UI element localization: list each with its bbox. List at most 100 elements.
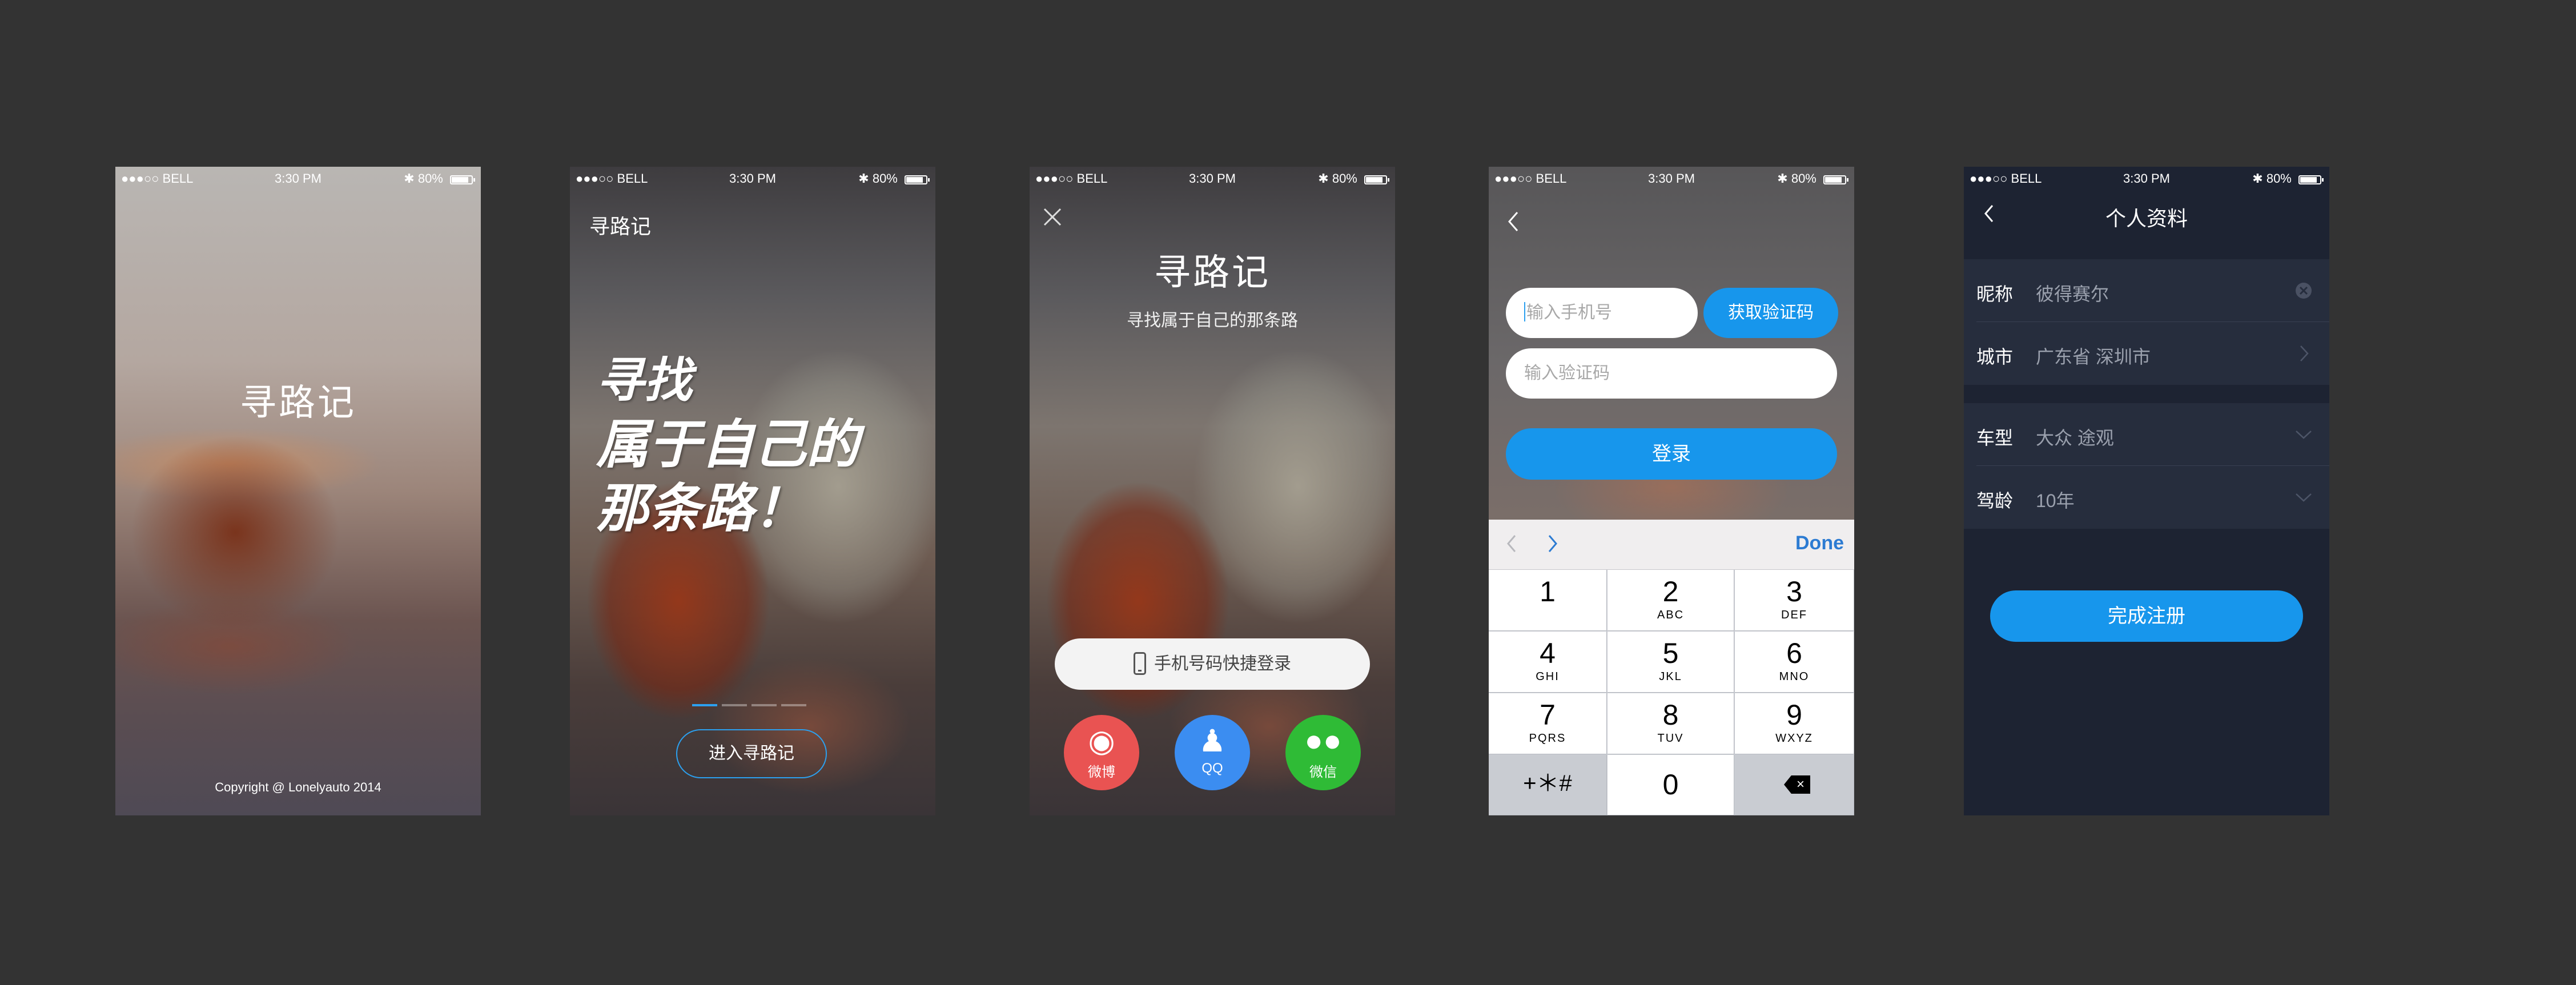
- text-caret: [1524, 302, 1525, 321]
- bluetooth-icon: ✱: [1777, 171, 1788, 186]
- key-letters: TUV: [1657, 732, 1684, 745]
- battery-percent: 80%: [1332, 171, 1357, 186]
- battery-percent: 80%: [417, 171, 443, 186]
- app-logo-title: 寻路记: [240, 382, 356, 424]
- key-6[interactable]: 6 MNO: [1735, 632, 1854, 693]
- key-7[interactable]: 7 PQRS: [1489, 693, 1607, 754]
- chevron-down-icon: [2296, 493, 2312, 502]
- quick-login-label: 手机号码快捷登录: [1154, 654, 1291, 673]
- key-symbols[interactable]: +＊#: [1489, 755, 1607, 815]
- page-dot[interactable]: [692, 704, 717, 706]
- battery-icon: [1823, 175, 1848, 184]
- key-digit: 5: [1662, 637, 1679, 669]
- key-0[interactable]: 0: [1608, 755, 1734, 815]
- mobile-phone-icon: [1134, 652, 1146, 675]
- weibo-label: 微博: [1088, 765, 1115, 780]
- key-5[interactable]: 5 JKL: [1608, 632, 1734, 693]
- key-9[interactable]: 9 WXYZ: [1735, 693, 1854, 754]
- field-label: 驾龄: [1976, 491, 2014, 511]
- battery-indicator: ✱ 80%: [2252, 171, 2324, 186]
- wechat-icon: ●●: [1304, 723, 1342, 758]
- splash-screen: ●●●○○ BELL 3:30 PM ✱ 80% 寻路记 Copyright @…: [115, 167, 481, 815]
- key-digit: 9: [1786, 699, 1802, 731]
- intro-screen: ●●●○○ BELL 3:30 PM ✱ 80% 寻路记 寻找 属于自己的 那条…: [570, 167, 935, 815]
- keyboard-done-button[interactable]: Done: [1795, 532, 1844, 554]
- key-4[interactable]: 4 GHI: [1489, 632, 1607, 693]
- key-letters: ABC: [1657, 609, 1685, 621]
- status-bar: ●●●○○ BELL 3:30 PM ✱ 80%: [1489, 167, 1854, 190]
- page-dot[interactable]: [781, 704, 806, 706]
- code-placeholder: 输入验证码: [1524, 364, 1610, 383]
- key-letters: DEF: [1781, 609, 1807, 621]
- phone-placeholder: 输入手机号: [1526, 303, 1612, 322]
- complete-registration-button[interactable]: 完成注册: [1990, 590, 2303, 642]
- key-2[interactable]: 2 ABC: [1608, 570, 1734, 631]
- phone-login-screen: ●●●○○ BELL 3:30 PM ✱ 80% 输入手机号 获取验证码 输入验…: [1489, 167, 1854, 815]
- get-code-button[interactable]: 获取验证码: [1703, 288, 1838, 338]
- bluetooth-icon: ✱: [2252, 171, 2263, 186]
- nickname-field[interactable]: 昵称 彼得赛尔: [1964, 259, 2329, 322]
- close-icon[interactable]: [1042, 207, 1063, 227]
- chevron-down-icon: [2296, 431, 2312, 439]
- phone-quick-login-button[interactable]: 手机号码快捷登录: [1055, 638, 1370, 690]
- field-label: 车型: [1976, 428, 2014, 448]
- key-digit: 3: [1786, 576, 1802, 608]
- page-dot[interactable]: [722, 704, 747, 706]
- qq-icon: ♟: [1198, 724, 1227, 758]
- key-digit: 7: [1540, 699, 1556, 731]
- city-field[interactable]: 城市 广东省 深圳市: [1964, 322, 2329, 385]
- battery-percent: 80%: [1791, 171, 1817, 186]
- field-label: 城市: [1976, 347, 2014, 367]
- phone-number-input[interactable]: 输入手机号: [1506, 288, 1698, 338]
- field-label: 昵称: [1976, 284, 2014, 304]
- battery-percent: 80%: [2266, 171, 2292, 186]
- battery-indicator: ✱ 80%: [404, 171, 475, 186]
- field-value[interactable]: 彼得赛尔: [2036, 280, 2109, 306]
- enter-app-button[interactable]: 进入寻路记: [676, 729, 827, 778]
- key-digit: 0: [1662, 769, 1679, 801]
- previous-field-icon[interactable]: [1505, 532, 1518, 555]
- next-field-icon[interactable]: [1546, 532, 1560, 555]
- key-delete[interactable]: ×: [1735, 755, 1854, 815]
- bluetooth-icon: ✱: [404, 171, 415, 186]
- page-dot[interactable]: [751, 704, 777, 706]
- status-bar: ●●●○○ BELL 3:30 PM ✱ 80%: [1030, 167, 1395, 190]
- page-title: 个人资料: [2105, 207, 2188, 230]
- battery-icon: [450, 175, 475, 184]
- battery-indicator: ✱ 80%: [1777, 171, 1848, 186]
- driving-years-field[interactable]: 驾龄 10年: [1964, 466, 2329, 529]
- login-choice-screen: ●●●○○ BELL 3:30 PM ✱ 80% 寻路记 寻找属于自己的那条路 …: [1030, 167, 1395, 815]
- key-8[interactable]: 8 TUV: [1608, 693, 1734, 754]
- slogan: 寻找 属于自己的 那条路！: [596, 348, 859, 540]
- qq-login-button[interactable]: ♟ QQ: [1175, 715, 1250, 790]
- battery-icon: [1364, 175, 1389, 184]
- page-indicator[interactable]: [692, 699, 811, 709]
- key-3[interactable]: 3 DEF: [1735, 570, 1854, 631]
- key-digit: 8: [1662, 699, 1679, 731]
- back-icon[interactable]: [1505, 210, 1522, 233]
- key-letters: WXYZ: [1775, 732, 1813, 745]
- car-model-field[interactable]: 车型 大众 途观: [1964, 403, 2329, 466]
- field-value: 大众 途观: [2036, 428, 2114, 448]
- battery-percent: 80%: [872, 171, 898, 186]
- key-digit: 1: [1540, 576, 1556, 608]
- weibo-login-button[interactable]: ◉ 微博: [1064, 715, 1139, 790]
- profile-screen: ●●●○○ BELL 3:30 PM ✱ 80% 个人资料 昵称 彼得赛尔 城市…: [1964, 167, 2329, 815]
- numeric-keypad: 1 2 ABC 3 DEF 4 GHI 5 JKL 6 MNO 7 PQRS 8: [1489, 570, 1854, 815]
- login-button[interactable]: 登录: [1506, 428, 1837, 480]
- wechat-label: 微信: [1309, 765, 1337, 780]
- slogan-line: 寻找: [596, 352, 693, 408]
- battery-icon: [2298, 175, 2324, 184]
- status-bar: ●●●○○ BELL 3:30 PM ✱ 80%: [115, 167, 481, 190]
- verification-code-input[interactable]: 输入验证码: [1506, 348, 1837, 399]
- bluetooth-icon: ✱: [1318, 171, 1329, 186]
- key-symbols-label: +＊#: [1523, 771, 1572, 796]
- bluetooth-icon: ✱: [858, 171, 869, 186]
- status-bar: ●●●○○ BELL 3:30 PM ✱ 80%: [570, 167, 935, 190]
- key-1[interactable]: 1: [1489, 570, 1607, 631]
- key-digit: 4: [1540, 637, 1556, 669]
- clear-icon[interactable]: [2295, 282, 2312, 299]
- wechat-login-button[interactable]: ●● 微信: [1285, 715, 1361, 790]
- app-subtitle: 寻找属于自己的那条路: [1127, 311, 1298, 330]
- slogan-line: 属于自己的: [596, 413, 859, 475]
